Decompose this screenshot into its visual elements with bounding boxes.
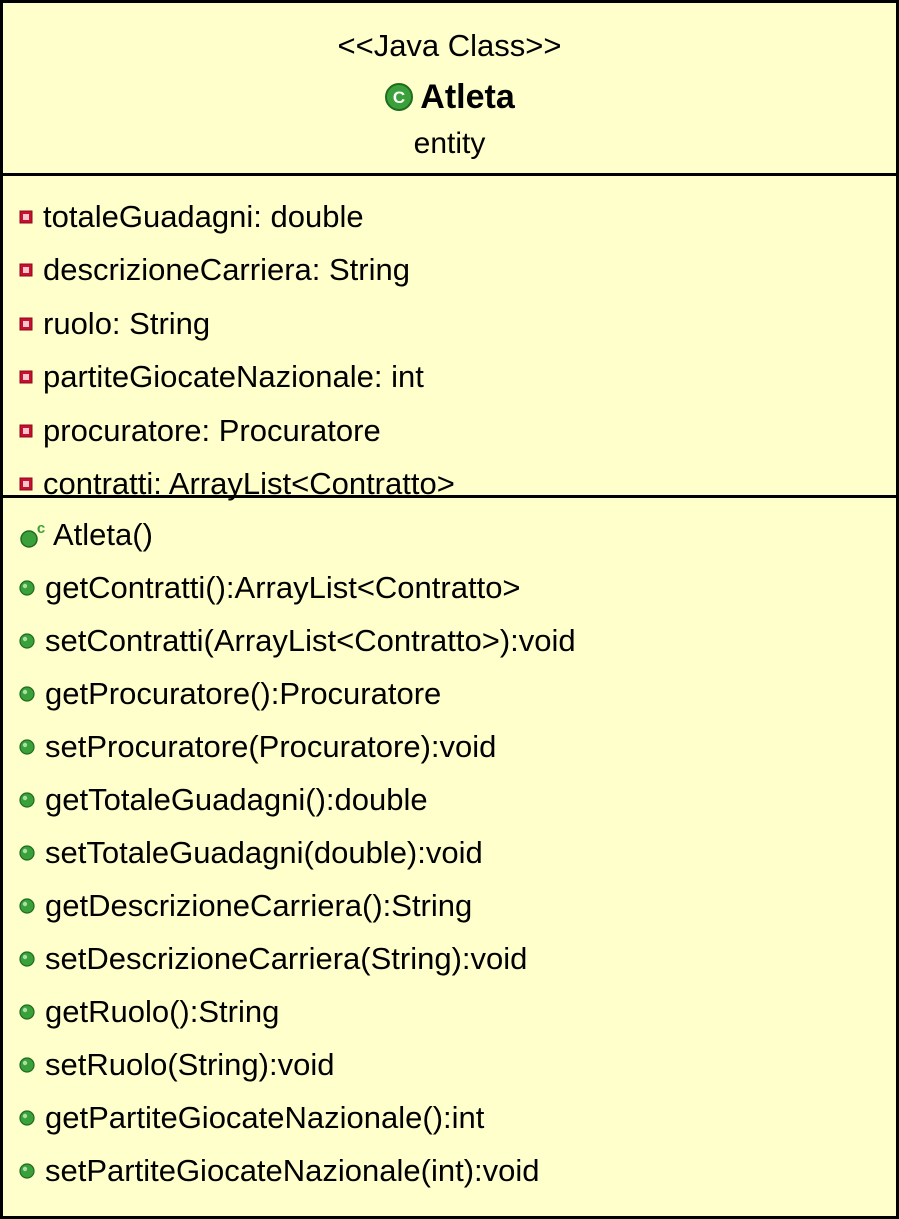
operation-row-label: setProcuratore(Procuratore):void [45,728,497,764]
private-field-icon [19,263,33,277]
attribute-row-label: partiteGiocateNazionale: int [43,359,424,395]
private-field-icon [19,317,33,331]
svg-text:c: c [37,520,45,537]
operations-compartment: c Atleta() getContratti():ArrayList<Contra… [3,498,896,1197]
operation-row-label: setRuolo(String):void [45,1046,335,1082]
public-method-icon [19,897,35,914]
public-method-icon [19,1056,35,1073]
operation-row[interactable]: setProcuratore(Procuratore):void [19,720,896,773]
operation-row-label: setPartiteGiocateNazionale(int):void [45,1152,540,1188]
uml-class-box[interactable]: <<Java Class>> C Atleta entity totaleGua… [0,0,899,1219]
operation-row[interactable]: setPartiteGiocateNazionale(int):void [19,1144,896,1197]
private-field-icon [19,370,33,384]
operation-row-label: setTotaleGuadagni(double):void [45,834,483,870]
class-name: Atleta [420,78,515,116]
attribute-row-label: contratti: ArrayList<Contratto> [43,466,455,502]
attribute-row-label: totaleGuadagni: double [43,198,364,234]
operation-row-label: getContratti():ArrayList<Contratto> [45,569,521,605]
public-method-icon [19,791,35,808]
public-method-icon [19,685,35,702]
attribute-row[interactable]: procuratore: Procuratore [19,404,896,458]
operation-row-label: getDescrizioneCarriera():String [45,887,473,923]
operation-row[interactable]: getTotaleGuadagni():double [19,773,896,826]
public-method-icon [19,738,35,755]
attribute-row[interactable]: totaleGuadagni: double [19,190,896,244]
class-header: <<Java Class>> C Atleta entity [3,3,896,176]
public-method-icon [19,1162,35,1179]
attribute-row-label: ruolo: String [43,305,211,341]
operation-row-label: setDescrizioneCarriera(String):void [45,940,528,976]
operation-row-label: Atleta() [53,516,153,552]
class-package: entity [413,127,486,160]
operation-row[interactable]: c Atleta() [19,508,896,561]
operation-row[interactable]: getDescrizioneCarriera():String [19,879,896,932]
public-method-icon [19,1109,35,1126]
attribute-row[interactable]: partiteGiocateNazionale: int [19,351,896,405]
operation-row[interactable]: setDescrizioneCarriera(String):void [19,932,896,985]
operation-row[interactable]: getContratti():ArrayList<Contratto> [19,561,896,614]
operation-row[interactable]: setContratti(ArrayList<Contratto>):void [19,614,896,667]
operation-row[interactable]: getProcuratore():Procuratore [19,667,896,720]
attribute-row-label: procuratore: Procuratore [43,412,381,448]
private-field-icon [19,424,33,438]
operation-row-label: getProcuratore():Procuratore [45,675,442,711]
attribute-row[interactable]: descrizioneCarriera: String [19,244,896,298]
operation-row[interactable]: setRuolo(String):void [19,1038,896,1091]
class-icon: C [385,83,414,111]
attribute-row-label: descrizioneCarriera: String [43,252,410,288]
class-name-row: C Atleta [3,77,896,117]
svg-text:C: C [393,88,405,107]
operation-row[interactable]: getPartiteGiocateNazionale():int [19,1091,896,1144]
operation-row[interactable]: setTotaleGuadagni(double):void [19,826,896,879]
attribute-row[interactable]: ruolo: String [19,297,896,351]
constructor-icon: c [20,520,45,548]
public-method-icon [19,632,35,649]
public-method-icon [19,579,35,596]
class-stereotype: <<Java Class>> [337,28,562,63]
operation-row-label: getPartiteGiocateNazionale():int [45,1099,485,1135]
public-method-icon [19,1003,35,1020]
operation-row-label: getTotaleGuadagni():double [45,781,428,817]
private-field-icon [19,210,33,224]
public-method-icon [19,844,35,861]
operation-row-label: setContratti(ArrayList<Contratto>):void [45,622,576,658]
attributes-compartment: totaleGuadagni: double descrizioneCarrier… [3,176,896,501]
private-field-icon [19,477,33,491]
public-method-icon [19,950,35,967]
operation-row-label: getRuolo():String [45,993,280,1029]
operation-row[interactable]: getRuolo():String [19,985,896,1038]
